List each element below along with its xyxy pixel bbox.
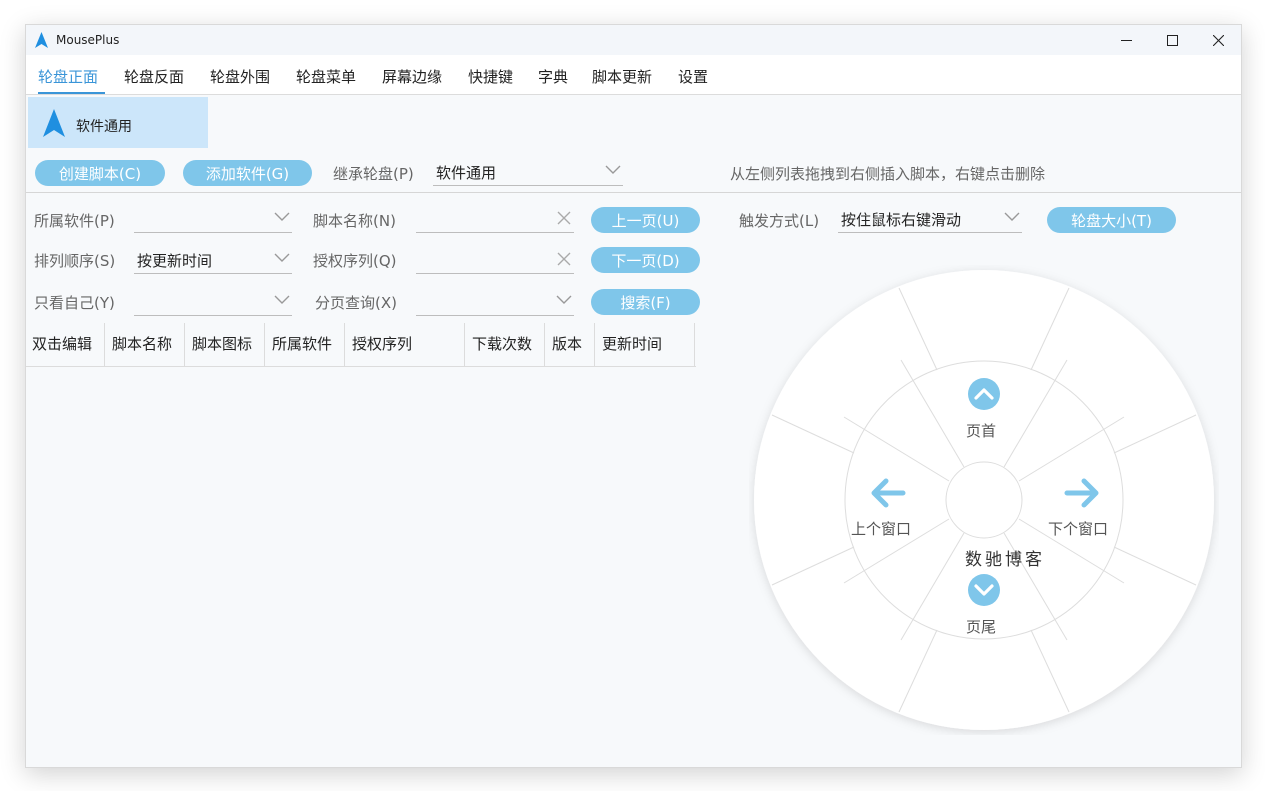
title-bar: MousePlus — [26, 25, 1241, 55]
script-name-input[interactable] — [416, 206, 574, 233]
software-list-item-label: 软件通用 — [76, 119, 132, 135]
active-tab-indicator — [38, 92, 105, 94]
close-icon — [1212, 34, 1224, 46]
column-header[interactable]: 版本 — [546, 323, 595, 366]
maximize-icon — [1166, 34, 1178, 46]
sort-order-label: 排列顺序(S) — [34, 252, 116, 270]
close-button[interactable] — [1195, 25, 1241, 55]
menu-bar: 轮盘正面 轮盘反面 轮盘外围 轮盘菜单 屏幕边缘 快捷键 字典 脚本更新 设置 — [26, 55, 1241, 95]
tab-script-update[interactable]: 脚本更新 — [592, 66, 652, 87]
minimize-button[interactable] — [1103, 25, 1149, 55]
wheel-graphic — [754, 270, 1214, 730]
paging-query-label: 分页查询(X) — [315, 294, 397, 312]
brand-watermark: 数驰博客 — [965, 550, 1045, 570]
tab-settings[interactable]: 设置 — [678, 66, 708, 87]
script-name-label: 脚本名称(N) — [313, 212, 396, 230]
wheel-size-button[interactable]: 轮盘大小(T) — [1047, 207, 1176, 233]
drag-hint-text: 从左侧列表拖拽到右侧插入脚本，右键点击删除 — [730, 165, 1046, 183]
app-arrow-icon — [43, 109, 65, 137]
chevron-down-icon — [274, 295, 290, 304]
chevron-down-icon — [605, 165, 621, 174]
software-filter-label: 所属软件(P) — [34, 212, 115, 230]
column-header[interactable]: 脚本图标 — [186, 323, 265, 366]
chevron-down-icon — [274, 212, 290, 221]
trigger-mode-label: 触发方式(L) — [739, 212, 820, 230]
paging-query-select[interactable] — [416, 289, 574, 316]
column-header[interactable]: 脚本名称 — [106, 323, 185, 366]
software-list-item[interactable]: 软件通用 — [28, 97, 208, 148]
sort-order-value: 按更新时间 — [137, 252, 213, 270]
sort-order-select[interactable]: 按更新时间 — [134, 247, 292, 274]
wheel-preview: 页首 上个窗口 下个窗口 页尾 数驰博客 — [749, 265, 1219, 735]
auth-sequence-label: 授权序列(Q) — [313, 252, 397, 270]
wheel-label-bottom: 页尾 — [966, 618, 997, 636]
divider — [26, 192, 1241, 193]
column-header[interactable]: 所属软件 — [266, 323, 345, 366]
tab-wheel-menu[interactable]: 轮盘菜单 — [296, 66, 356, 87]
prev-page-button[interactable]: 上一页(U) — [591, 207, 700, 233]
chevron-down-icon — [274, 253, 290, 262]
maximize-button[interactable] — [1149, 25, 1195, 55]
column-header[interactable]: 更新时间 — [596, 323, 695, 366]
create-script-button[interactable]: 创建脚本(C) — [35, 160, 165, 186]
wheel-label-right: 下个窗口 — [1048, 520, 1109, 538]
tab-wheel-front[interactable]: 轮盘正面 — [38, 66, 98, 87]
search-button[interactable]: 搜索(F) — [591, 289, 700, 315]
auth-sequence-input[interactable] — [416, 247, 574, 274]
tab-dictionary[interactable]: 字典 — [538, 66, 568, 87]
tab-wheel-outer[interactable]: 轮盘外围 — [210, 66, 270, 87]
add-software-button[interactable]: 添加软件(G) — [183, 160, 312, 186]
wheel-label-left: 上个窗口 — [851, 520, 912, 538]
inherit-wheel-value: 软件通用 — [436, 164, 497, 182]
tab-screen-edge[interactable]: 屏幕边缘 — [382, 66, 442, 87]
main-window: MousePlus 轮盘正面 轮盘反面 轮盘外围 轮盘菜单 屏幕边缘 快捷键 字… — [25, 24, 1242, 768]
clear-icon[interactable] — [556, 210, 572, 226]
chevron-down-icon — [556, 295, 572, 304]
software-filter-select[interactable] — [134, 206, 292, 233]
clear-icon[interactable] — [556, 251, 572, 267]
script-table-header: 双击编辑 脚本名称 脚本图标 所属软件 授权序列 下载次数 版本 更新时间 — [26, 323, 696, 367]
chevron-up-circle-icon[interactable] — [968, 378, 1000, 410]
trigger-mode-select[interactable]: 按住鼠标右键滑动 — [838, 206, 1022, 233]
inherit-wheel-select[interactable]: 软件通用 — [433, 159, 623, 186]
chevron-down-icon — [1004, 212, 1020, 221]
trigger-mode-value: 按住鼠标右键滑动 — [841, 211, 962, 229]
column-header[interactable]: 下载次数 — [466, 323, 545, 366]
app-logo-icon — [35, 32, 48, 48]
chevron-down-circle-icon[interactable] — [968, 574, 1000, 606]
only-mine-select[interactable] — [134, 289, 292, 316]
only-mine-label: 只看自己(Y) — [34, 294, 115, 312]
tab-hotkeys[interactable]: 快捷键 — [468, 66, 513, 87]
next-page-button[interactable]: 下一页(D) — [591, 247, 700, 273]
wheel-label-top: 页首 — [966, 422, 997, 440]
minimize-icon — [1120, 39, 1132, 41]
tab-wheel-back[interactable]: 轮盘反面 — [124, 66, 184, 87]
wheel-outer-ring — [754, 270, 1214, 730]
inherit-wheel-label: 继承轮盘(P) — [333, 165, 414, 183]
column-header[interactable]: 授权序列 — [346, 323, 465, 366]
column-header[interactable]: 双击编辑 — [26, 323, 105, 366]
window-title: MousePlus — [56, 33, 120, 47]
